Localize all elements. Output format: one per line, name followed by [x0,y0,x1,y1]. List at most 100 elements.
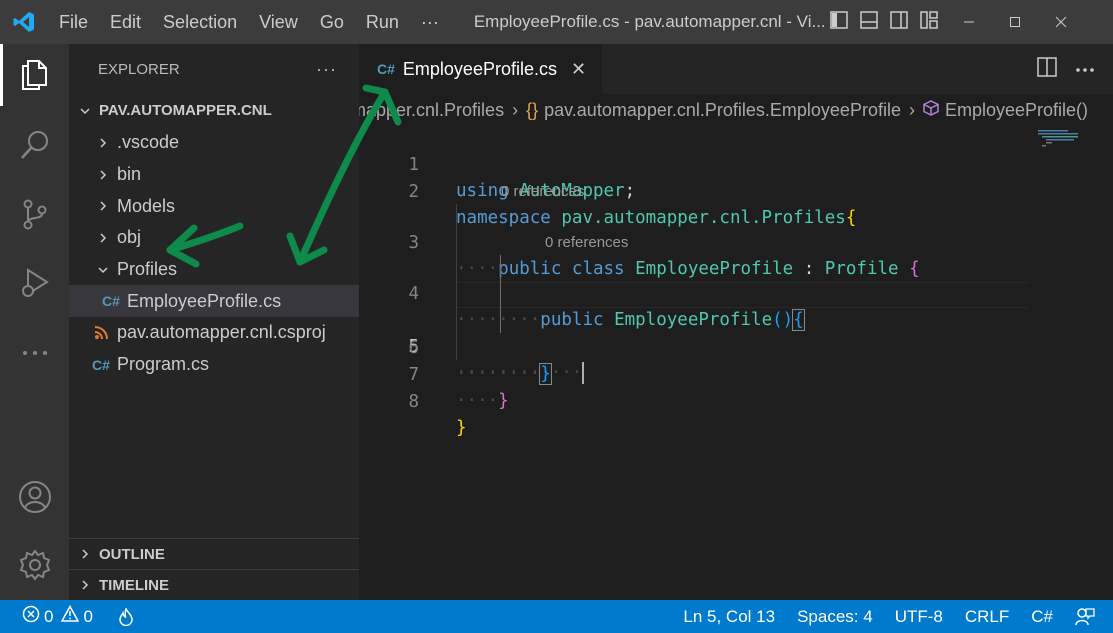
code-line: 2 namespace pav.automapper.cnl.Profiles{ [359,153,1113,228]
workspace-root[interactable]: PAV.AUTOMAPPER.CNL [69,94,359,127]
code-line: 6 ········} [359,309,1113,385]
warning-icon [61,604,80,628]
feedback-icon[interactable] [1064,607,1113,627]
close-window-icon[interactable] [1038,0,1084,44]
timeline-label: TIMELINE [99,576,169,594]
current-line-highlight [456,282,1029,308]
tree-item-label: Models [117,195,176,216]
end-of-line[interactable]: CRLF [954,607,1020,627]
chevron-right-icon [95,137,111,149]
namespace-braces-icon: {} [526,99,539,120]
breadcrumb-item-class[interactable]: pav.automapper.cnl.Profiles.EmployeeProf… [544,100,901,121]
settings-gear-icon[interactable] [0,534,69,596]
menu-file[interactable]: File [48,0,99,44]
chevron-right-icon: › [908,99,915,120]
editor-area: C# EmployeeProfile.cs ✕ mapper.cnl.Profi… [359,44,1113,600]
breadcrumb-item-folder[interactable]: mapper.cnl.Profiles [359,100,504,121]
codelens-references[interactable]: 0 references [501,181,584,203]
explorer-more-actions-icon[interactable]: ··· [316,59,337,80]
toggle-primary-sidebar-icon[interactable] [830,10,848,34]
code-line: 8 } [359,363,1113,438]
menu-go[interactable]: Go [309,0,355,44]
tab-label: EmployeeProfile.cs [402,58,557,79]
more-icon[interactable] [0,322,69,384]
code-token: } [498,391,509,411]
menu-run[interactable]: Run [355,0,410,44]
tree-item-label: EmployeeProfile.cs [127,290,282,311]
indentation[interactable]: Spaces: 4 [786,607,884,627]
code-line: 7 ····} [359,336,1113,411]
search-icon[interactable] [0,114,69,176]
tab-bar: C# EmployeeProfile.cs ✕ [359,44,1113,94]
explorer-icon[interactable] [0,44,69,106]
chevron-right-icon [95,200,111,212]
code-line: 1 using AutoMapper; [359,126,1113,201]
cursor-position[interactable]: Ln 5, Col 13 [672,607,786,627]
warning-count: 0 [83,606,93,626]
tab-employeeprofile[interactable]: C# EmployeeProfile.cs ✕ [359,44,603,94]
tree-item-obj[interactable]: obj [69,222,359,254]
menu-view[interactable]: View [248,0,309,44]
minimap[interactable] [1034,128,1104,148]
breadcrumb-item-method[interactable]: EmployeeProfile() [945,100,1088,121]
vscode-logo-icon [0,0,48,44]
chevron-down-icon [95,264,111,276]
activity-bar [0,44,69,600]
code-line: 3 ····public class EmployeeProfile : Pro… [359,204,1113,279]
error-count: 0 [44,606,54,626]
problems-indicator[interactable]: 0 0 [0,604,104,628]
menu-more[interactable]: ··· [410,0,450,44]
code-token: ; [624,181,636,201]
error-icon [22,605,40,628]
maximize-icon[interactable] [992,0,1038,44]
code-line-current: 5 ············ [359,282,1113,384]
encoding[interactable]: UTF-8 [884,607,954,627]
tree-item-label: .vscode [117,132,180,153]
tree-item-csproj[interactable]: pav.automapper.cnl.csproj [69,317,359,349]
account-icon[interactable] [0,466,69,528]
run-debug-icon[interactable] [0,252,69,314]
line-number: 2 [408,182,419,202]
tree-item-profiles[interactable]: Profiles [69,254,359,286]
breadcrumb: mapper.cnl.Profiles › {} pav.automapper.… [359,94,1113,126]
line-number: 3 [408,233,419,253]
close-tab-icon[interactable]: ✕ [571,59,586,80]
chevron-right-icon: › [512,99,519,120]
language-mode[interactable]: C# [1020,607,1064,627]
tree-item-label: Profiles [117,259,178,280]
csharp-file-icon: C# [102,293,120,310]
csharp-file-icon: C# [92,356,110,373]
outline-section[interactable]: OUTLINE [69,538,359,569]
title-bar: File Edit Selection View Go Run ··· Empl… [0,0,1113,44]
menu-edit[interactable]: Edit [99,0,152,44]
codelens-references[interactable]: 0 references [545,232,628,254]
toggle-secondary-sidebar-icon[interactable] [890,10,908,34]
csharp-file-icon: C# [377,61,395,77]
outline-label: OUTLINE [99,545,165,563]
minimize-icon[interactable] [946,0,992,44]
line-number: 8 [408,392,419,412]
tree-item-label: pav.automapper.cnl.csproj [117,322,326,343]
editor-more-actions-icon[interactable] [1075,60,1095,78]
timeline-section[interactable]: TIMELINE [69,569,359,600]
customize-layout-icon[interactable] [920,10,938,34]
toggle-panel-icon[interactable] [860,10,878,34]
tree-item-vscode[interactable]: .vscode [69,127,359,159]
chevron-right-icon [77,548,93,560]
explorer-sidebar: EXPLORER ··· PAV.AUTOMAPPER.CNL .vscode … [69,44,359,600]
tree-item-label: obj [117,227,142,248]
window-title: EmployeeProfile.cs - pav.automapper.cnl … [473,12,824,31]
chevron-down-icon [77,105,93,117]
explorer-header: EXPLORER [98,60,180,78]
source-control-icon[interactable] [0,183,69,245]
split-editor-icon[interactable] [1037,56,1057,82]
menu-selection[interactable]: Selection [152,0,248,44]
tree-item-bin[interactable]: bin [69,159,359,191]
tree-item-models[interactable]: Models [69,190,359,222]
workspace-root-label: PAV.AUTOMAPPER.CNL [99,102,272,119]
tree-item-employeeprofile[interactable]: C# EmployeeProfile.cs [69,285,359,318]
tree-item-label: Program.cs [117,354,210,375]
method-cube-icon [923,99,939,121]
tree-item-program[interactable]: C# Program.cs [69,349,359,381]
flame-icon[interactable] [104,607,145,626]
